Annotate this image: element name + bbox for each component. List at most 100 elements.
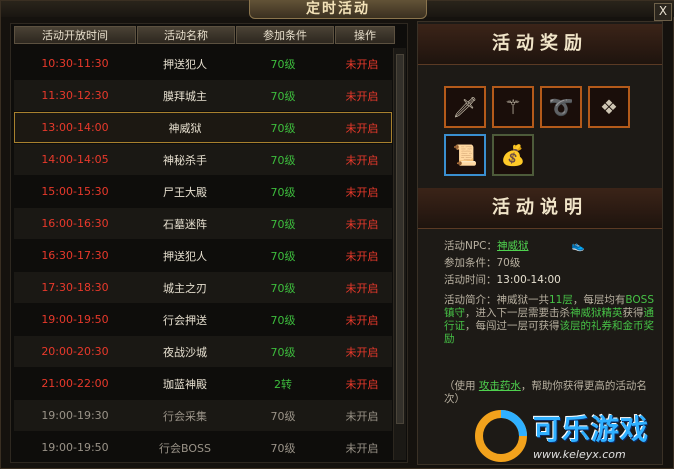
activity-action[interactable]: 未开启 — [332, 408, 392, 424]
table-header: 活动开放时间 活动名称 参加条件 操作 — [14, 26, 406, 44]
intro-text: 获得 — [622, 307, 644, 319]
table-row[interactable]: 14:00-14:05 神秘杀手 70级 未开启 — [14, 144, 392, 175]
table-row[interactable]: 16:00-16:30 石墓迷阵 70级 未开启 — [14, 208, 392, 239]
activity-time: 21:00-22:00 — [41, 377, 109, 390]
activity-condition: 70级 — [270, 121, 296, 135]
info-intro: 活动简介：神威狱一共11层，每层均有BOSS镇守，进入下一层需要击杀神威狱精英获… — [444, 294, 654, 346]
activity-time: 17:30-18:30 — [41, 281, 109, 294]
activity-name: 夜战沙城 — [163, 345, 207, 359]
scrollbar[interactable] — [393, 48, 406, 460]
jade-icon[interactable]: ❖ — [588, 86, 630, 128]
detail-panel: 活动奖励 🗡 ⚚ ➰ ❖ 📜 💰 活动说明 活动NPC：神威狱 👟 参加条件：7… — [417, 21, 663, 465]
sword-icon[interactable]: 🗡 — [444, 86, 486, 128]
activity-name: 行会BOSS — [159, 441, 211, 455]
column-header-condition[interactable]: 参加条件 — [236, 26, 334, 44]
activity-action[interactable]: 未开启 — [332, 120, 392, 136]
activity-condition: 70级 — [270, 345, 296, 359]
rewards-heading: 活动奖励 — [492, 33, 588, 54]
window-title: 定时活动 — [249, 0, 427, 19]
info-header: 活动说明 — [418, 188, 662, 229]
activity-condition: 70级 — [270, 89, 296, 103]
activity-time: 14:00-14:05 — [41, 153, 109, 166]
activity-time: 10:30-11:30 — [41, 57, 109, 70]
table-row[interactable]: 10:30-11:30 押送犯人 70级 未开启 — [14, 48, 392, 79]
activity-action[interactable]: 未开启 — [332, 56, 392, 72]
activity-condition: 70级 — [270, 441, 296, 455]
tip-text: （使用 — [444, 380, 479, 392]
intro-text: ，每闯过一层可获得 — [465, 320, 560, 332]
column-header-time[interactable]: 活动开放时间 — [14, 26, 136, 44]
column-header-action[interactable]: 操作 — [335, 26, 395, 44]
activity-condition: 70级 — [270, 409, 296, 423]
watermark-name: 可乐游戏 — [533, 413, 650, 446]
activity-action[interactable]: 未开启 — [332, 440, 392, 456]
rewards-header: 活动奖励 — [418, 24, 662, 65]
activity-action[interactable]: 未开启 — [332, 376, 392, 392]
watermark-url: www.keleyx.com — [533, 448, 626, 461]
watermark-logo-icon — [475, 410, 527, 462]
activity-action[interactable]: 未开启 — [332, 344, 392, 360]
intro-label: 活动简介： — [444, 294, 497, 306]
whip-icon[interactable]: ➰ — [540, 86, 582, 128]
shoe-icon[interactable]: 👟 — [572, 240, 585, 252]
table-row[interactable]: 19:00-19:50 行会押送 70级 未开启 — [14, 304, 392, 335]
attack-potion-link[interactable]: 攻击药水 — [479, 380, 521, 392]
activity-action[interactable]: 未开启 — [332, 88, 392, 104]
activity-list-panel: 活动开放时间 活动名称 参加条件 操作 10:30-11:30 押送犯人 70级 未开… — [10, 23, 408, 463]
activity-name: 石墓迷阵 — [163, 217, 207, 231]
condition-value: 70级 — [496, 257, 521, 269]
activity-condition: 70级 — [270, 281, 296, 295]
activity-time: 16:30-17:30 — [41, 249, 109, 262]
activity-action[interactable]: 未开启 — [332, 184, 392, 200]
intro-text: 神威狱一共 — [496, 294, 550, 306]
table-row[interactable]: 15:00-15:30 尸王大殿 70级 未开启 — [14, 176, 392, 207]
close-button[interactable]: X — [654, 3, 672, 21]
scrollbar-thumb[interactable] — [396, 54, 404, 424]
activity-window: 定时活动 X 活动开放时间 活动名称 参加条件 操作 10:30-11:30 押送… — [0, 0, 674, 469]
activity-condition: 70级 — [270, 249, 296, 263]
activity-name: 行会押送 — [163, 313, 207, 327]
activity-time: 11:30-12:30 — [41, 89, 109, 102]
table-row[interactable]: 19:00-19:50 行会BOSS 70级 未开启 — [14, 432, 392, 463]
activity-condition: 70级 — [270, 57, 296, 71]
activity-action[interactable]: 未开启 — [332, 280, 392, 296]
info-time-line: 活动时间：13:00-14:00 — [444, 274, 654, 287]
activity-condition: 70级 — [270, 185, 296, 199]
activity-action[interactable]: 未开启 — [332, 312, 392, 328]
activity-action[interactable]: 未开启 — [332, 216, 392, 232]
table-row[interactable]: 17:30-18:30 城主之刃 70级 未开启 — [14, 272, 392, 303]
activity-name: 珈蓝神殿 — [163, 377, 207, 391]
info-tip: （使用 攻击药水，帮助你获得更高的活动名次） — [444, 380, 654, 406]
activity-time: 16:00-16:30 — [41, 217, 109, 230]
table-row[interactable]: 11:30-12:30 膜拜城主 70级 未开启 — [14, 80, 392, 111]
intro-elite: 神威狱精英 — [570, 307, 623, 319]
activity-time: 20:00-20:30 — [41, 345, 109, 358]
table-row[interactable]: 20:00-20:30 夜战沙城 70级 未开启 — [14, 336, 392, 367]
table-row[interactable]: 19:00-19:30 行会采集 70级 未开启 — [14, 400, 392, 431]
intro-floors: 11层 — [549, 294, 573, 306]
activity-name: 膜拜城主 — [163, 89, 207, 103]
info-npc-line: 活动NPC：神威狱 👟 — [444, 240, 654, 253]
activity-name: 神秘杀手 — [163, 153, 207, 167]
activity-name: 押送犯人 — [163, 57, 207, 71]
gold-coins-icon[interactable]: 💰 — [492, 134, 534, 176]
activity-time: 13:00-14:00 — [41, 121, 109, 134]
activity-name: 押送犯人 — [163, 249, 207, 263]
table-row[interactable]: 13:00-14:00 神威狱 70级 未开启 — [14, 112, 392, 143]
time-label: 活动时间： — [444, 274, 497, 286]
table-row[interactable]: 16:30-17:30 押送犯人 70级 未开启 — [14, 240, 392, 271]
activity-action[interactable]: 未开启 — [332, 152, 392, 168]
activity-action[interactable]: 未开启 — [332, 248, 392, 264]
activity-name: 尸王大殿 — [163, 185, 207, 199]
activity-time: 19:00-19:50 — [41, 313, 109, 326]
npc-link[interactable]: 神威狱 — [497, 240, 529, 252]
column-header-name[interactable]: 活动名称 — [137, 26, 235, 44]
npc-label: 活动NPC： — [444, 240, 498, 252]
activity-condition: 2转 — [274, 377, 292, 391]
info-condition-line: 参加条件：70级 — [444, 257, 654, 270]
scroll-icon[interactable]: 📜 — [444, 134, 486, 176]
intro-text: ，进入下一层需要击杀 — [465, 307, 570, 319]
info-heading: 活动说明 — [492, 197, 588, 218]
table-row[interactable]: 21:00-22:00 珈蓝神殿 2转 未开启 — [14, 368, 392, 399]
staff-icon[interactable]: ⚚ — [492, 86, 534, 128]
